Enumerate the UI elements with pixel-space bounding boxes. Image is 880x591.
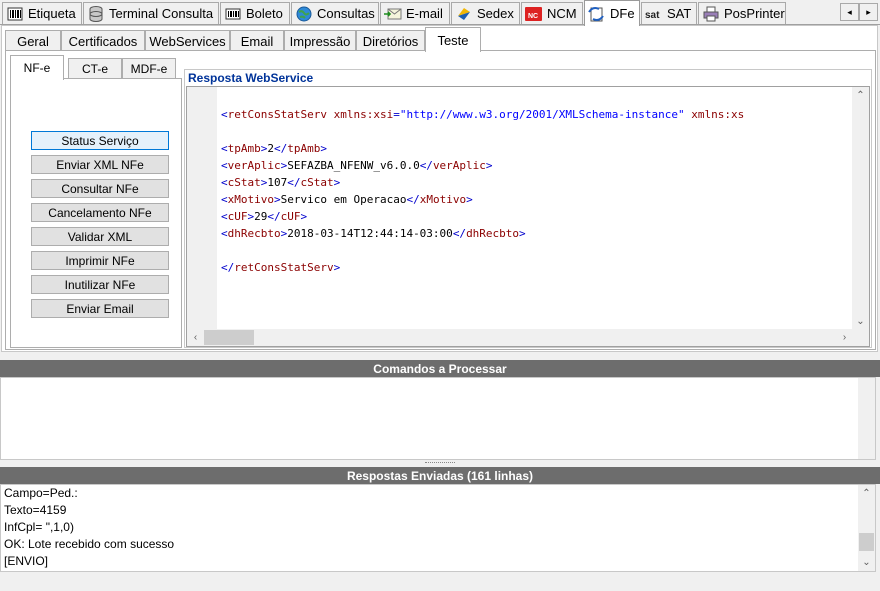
response-line: InfCpl= ",1,0) [4, 520, 74, 534]
tab-teste[interactable]: Teste [425, 27, 481, 52]
tab-label: SAT [667, 6, 692, 21]
response-line: OK: Lote recebido com sucesso [4, 537, 175, 551]
email-icon [384, 6, 402, 22]
xml-field-line: <cStat>107</cStat> [221, 176, 341, 189]
response-line: Texto=4159 [4, 503, 67, 517]
main-tab-bar: Etiqueta Terminal Consulta Boleto Consul… [0, 0, 880, 26]
tab-cte[interactable]: CT-e [68, 58, 122, 79]
document-type-tabs: NF-e CT-e MDF-e [10, 55, 180, 80]
xml-field-line: <cUF>29</cUF> [221, 210, 308, 223]
tab-scroll-right-button[interactable]: ▸ [859, 3, 878, 21]
barcode-icon [6, 6, 24, 22]
barcode-card-icon [224, 6, 242, 22]
xml-field-line: <dhRecbto>2018-03-14T12:44:14-03:00</dhR… [221, 227, 526, 240]
sedex-icon [455, 6, 473, 22]
scroll-up-arrow-icon[interactable]: ⌃ [852, 87, 869, 104]
resposta-webservice-group: Resposta WebService <retConsStatServ xml… [184, 69, 872, 348]
validar-xml-button[interactable]: Validar XML [31, 227, 169, 246]
scroll-right-arrow-icon[interactable]: › [836, 329, 853, 346]
tab-ncm[interactable]: NC NCM [521, 2, 583, 24]
ncm-icon: NC [525, 6, 543, 22]
tab-mdfe[interactable]: MDF-e [122, 58, 176, 79]
tab-consultas[interactable]: Consultas [291, 2, 379, 24]
printer-icon [702, 6, 720, 22]
scroll-down-arrow-icon[interactable]: ⌄ [858, 554, 875, 571]
globe-icon [295, 6, 313, 22]
tab-sedex[interactable]: Sedex [451, 2, 520, 24]
tab-certificados[interactable]: Certificados [61, 30, 145, 51]
respostas-enviadas-header: Respostas Enviadas (161 linhas) [0, 467, 880, 484]
teste-tab-body: NF-e CT-e MDF-e Status Serviço Enviar XM… [5, 50, 876, 350]
tab-email[interactable]: E-mail [380, 2, 450, 24]
response-line: [ENVIO] [4, 554, 49, 568]
tab-posprinter[interactable]: PosPrinter [698, 2, 786, 24]
sat-icon: sat [645, 6, 663, 22]
tab-webservices[interactable]: WebServices [145, 30, 230, 51]
tab-label: PosPrinter [724, 6, 785, 21]
tab-email-config[interactable]: Email [230, 30, 284, 51]
comandos-a-processar-header: Comandos a Processar [0, 360, 880, 377]
database-icon [87, 5, 105, 22]
xml-fields: <tpAmb>2</tpAmb> <verAplic>SEFAZBA_NFENW_… [221, 140, 744, 242]
imprimir-nfe-button[interactable]: Imprimir NFe [31, 251, 169, 270]
comandos-vertical-scrollbar[interactable] [858, 378, 875, 459]
tab-etiqueta[interactable]: Etiqueta [2, 2, 82, 24]
xml-field-line: <verAplic>SEFAZBA_NFENW_v6.0.0</verAplic… [221, 159, 493, 172]
svg-text:NC: NC [528, 13, 538, 20]
svg-text:sat: sat [645, 10, 660, 21]
tab-diretorios[interactable]: Diretórios [356, 30, 425, 51]
tab-sat[interactable]: sat SAT [641, 2, 697, 24]
respostas-vertical-scrollbar[interactable]: ⌃ ⌄ [858, 485, 875, 571]
tab-impressao[interactable]: Impressão [284, 30, 356, 51]
xml-response-viewer[interactable]: <retConsStatServ xmlns:xsi="http://www.w… [186, 86, 870, 347]
scroll-down-arrow-icon[interactable]: ⌄ [852, 313, 869, 330]
xml-field-line: <tpAmb>2</tpAmb> [221, 142, 327, 155]
consultar-nfe-button[interactable]: Consultar NFe [31, 179, 169, 198]
tab-boleto[interactable]: Boleto [220, 2, 290, 24]
scroll-left-arrow-icon[interactable]: ‹ [187, 329, 204, 346]
tab-label: E-mail [406, 6, 443, 21]
tab-terminal-consulta[interactable]: Terminal Consulta [83, 2, 219, 24]
cancelamento-nfe-button[interactable]: Cancelamento NFe [31, 203, 169, 222]
xml-vertical-scrollbar[interactable]: ⌃ ⌄ [852, 87, 869, 330]
dfe-panel: Geral Certificados WebServices Email Imp… [1, 25, 878, 352]
response-line: Campo=Ped.: [4, 486, 78, 500]
tab-scroll-buttons: ◂ ▸ [840, 3, 878, 21]
inutilizar-nfe-button[interactable]: Inutilizar NFe [31, 275, 169, 294]
splitter-upper[interactable] [0, 353, 880, 360]
tab-label: Terminal Consulta [109, 6, 214, 21]
respostas-lines: Campo=Ped.: Texto=4159 InfCpl= ",1,0) OK: L… [4, 485, 174, 570]
comandos-memo[interactable] [0, 377, 876, 460]
xml-root-open-line: <retConsStatServ xmlns:xsi="http://www.w… [221, 108, 745, 121]
resposta-webservice-title: Resposta WebService [188, 71, 314, 85]
status-servico-button[interactable]: Status Serviço [31, 131, 169, 150]
horizontal-scroll-thumb[interactable] [204, 330, 254, 345]
tab-label: Etiqueta [28, 6, 76, 21]
xml-horizontal-scrollbar[interactable]: ‹ › [187, 329, 869, 346]
tab-geral[interactable]: Geral [5, 30, 61, 51]
tab-scroll-left-button[interactable]: ◂ [840, 3, 859, 21]
nfe-actions-panel: Status Serviço Enviar XML NFe Consultar … [10, 78, 182, 348]
xml-content: <retConsStatServ xmlns:xsi="http://www.w… [221, 89, 744, 310]
enviar-email-button[interactable]: Enviar Email [31, 299, 169, 318]
respostas-memo[interactable]: Campo=Ped.: Texto=4159 InfCpl= ",1,0) OK: L… [0, 484, 876, 572]
enviar-xml-nfe-button[interactable]: Enviar XML NFe [31, 155, 169, 174]
xml-root-close-line: </retConsStatServ> [221, 261, 341, 274]
scroll-up-arrow-icon[interactable]: ⌃ [858, 485, 875, 502]
tab-dfe[interactable]: DFe [584, 0, 640, 26]
xml-field-line: <xMotivo>Servico em Operacao</xMotivo> [221, 193, 473, 206]
vertical-scroll-thumb[interactable] [859, 533, 874, 551]
tab-label: Consultas [317, 6, 375, 21]
tab-nfe[interactable]: NF-e [10, 55, 64, 80]
tab-label: Sedex [477, 6, 514, 21]
tab-label: Boleto [246, 6, 283, 21]
tab-label: NCM [547, 6, 577, 21]
xml-gutter [187, 87, 217, 330]
splitter-lower[interactable] [0, 460, 880, 467]
tab-label: DFe [610, 6, 635, 21]
dfe-icon [588, 6, 606, 22]
